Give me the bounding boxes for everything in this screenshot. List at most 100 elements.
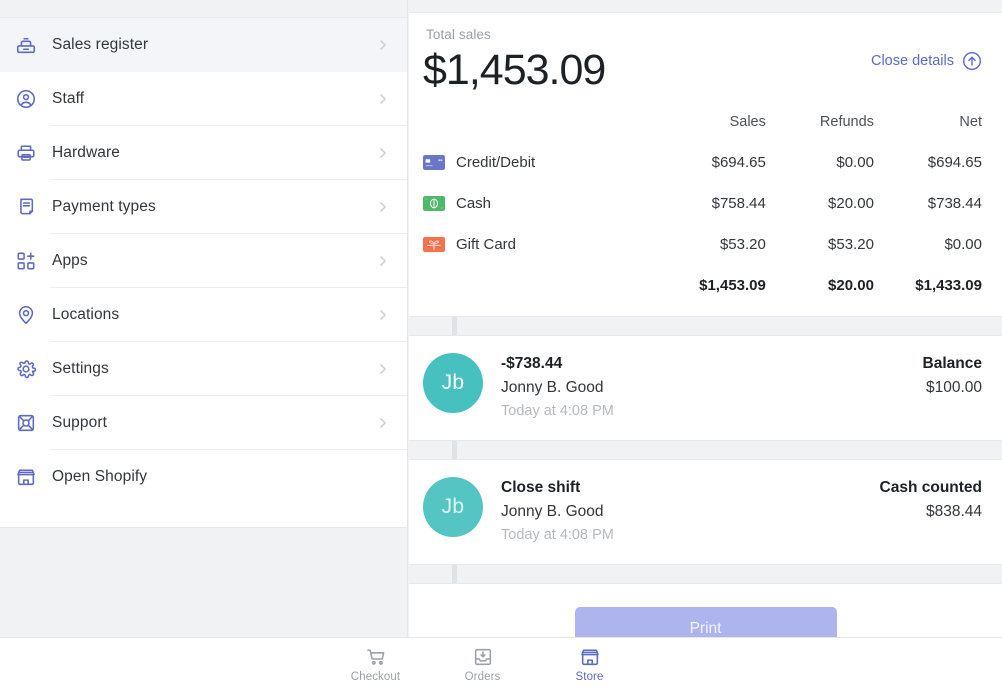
payment-name-cell: Gift Card xyxy=(423,224,658,265)
chevron-right-icon xyxy=(377,309,389,321)
timeline-gap xyxy=(409,564,1002,584)
payment-type-label: Cash xyxy=(456,195,491,212)
close-details-button[interactable]: Close details xyxy=(871,51,982,71)
apps-add-icon xyxy=(14,249,38,273)
sidebar-nav-list: Sales registerStaff Hardware Payment types… xyxy=(0,18,407,504)
cash-bill-icon xyxy=(423,196,445,211)
user-circle-icon xyxy=(14,87,38,111)
activity-primary: Close shiftJonny B. GoodToday at 4:08 PM xyxy=(501,477,614,547)
activity-primary: -$738.44Jonny B. GoodToday at 4:08 PM xyxy=(501,353,614,423)
support-icon xyxy=(14,411,38,435)
column-header-refunds: Refunds xyxy=(766,114,874,142)
payment-type-label: Credit/Debit xyxy=(456,154,535,171)
tab-checkout[interactable]: Checkout xyxy=(322,646,429,683)
sidebar-item-settings[interactable]: Settings xyxy=(0,342,407,396)
tab-label: Checkout xyxy=(351,671,400,683)
activity-staff-name: Jonny B. Good xyxy=(501,375,614,400)
tab-label: Orders xyxy=(465,671,501,683)
credit-card-icon xyxy=(423,155,445,170)
chevron-right-icon xyxy=(377,147,389,159)
sidebar-item-label: Settings xyxy=(52,360,377,378)
payment-refunds-value: $20.00 xyxy=(766,183,874,224)
sidebar-item-label: Open Shopify xyxy=(52,468,389,486)
payment-table-footer: $1,453.09 $20.00 $1,433.09 xyxy=(423,265,982,305)
chevron-right-icon xyxy=(377,363,389,375)
timeline-gap xyxy=(409,316,1002,336)
totals-sales: $1,453.09 xyxy=(658,265,766,305)
chevron-right-icon xyxy=(377,39,389,51)
sidebar-top-gap xyxy=(0,0,407,18)
payment-refunds-value: $0.00 xyxy=(766,142,874,183)
activity-staff-name: Jonny B. Good xyxy=(501,499,614,524)
sidebar-item-sales-register[interactable]: Sales register xyxy=(0,18,407,72)
activity-right-value: $100.00 xyxy=(923,375,982,400)
sidebar-item-label: Hardware xyxy=(52,144,377,162)
chevron-right-icon xyxy=(377,201,389,213)
printer-icon xyxy=(14,141,38,165)
summary-header: Total sales $1,453.09 Close details xyxy=(423,27,982,98)
activity-right-label: Balance xyxy=(923,353,982,375)
sidebar-item-apps[interactable]: Apps xyxy=(0,234,407,288)
sidebar-item-label: Apps xyxy=(52,252,377,270)
sales-register-panel: Total sales $1,453.09 Close details xyxy=(409,0,1002,637)
avatar: Jb xyxy=(423,353,483,413)
sidebar-item-label: Support xyxy=(52,414,377,432)
sidebar-item-support[interactable]: Support xyxy=(0,396,407,450)
payment-net-value: $0.00 xyxy=(874,224,982,265)
payment-sales-value: $758.44 xyxy=(658,183,766,224)
storefront-icon xyxy=(14,465,38,489)
sidebar-item-open-shopify[interactable]: Open Shopify xyxy=(0,450,407,504)
sidebar-item-staff[interactable]: Staff xyxy=(0,72,407,126)
timeline-connector xyxy=(452,441,457,459)
inbox-download-icon xyxy=(472,646,494,668)
gift-card-icon xyxy=(423,237,445,252)
payment-header-row: Sales Refunds Net xyxy=(423,114,982,142)
timeline-gap xyxy=(409,440,1002,460)
sidebar-item-label: Locations xyxy=(52,306,377,324)
tab-store[interactable]: Store xyxy=(536,646,643,683)
settings-sidebar: Sales registerStaff Hardware Payment types… xyxy=(0,0,408,637)
total-sales-label: Total sales xyxy=(423,27,982,42)
payment-name-cell: Credit/Debit xyxy=(423,142,658,183)
print-button[interactable]: Print xyxy=(575,607,837,637)
sidebar-item-hardware[interactable]: Hardware xyxy=(0,126,407,180)
panel-footer: Print xyxy=(409,584,1002,637)
arrow-up-circle-icon xyxy=(962,51,982,71)
payment-totals-row: $1,453.09 $20.00 $1,433.09 xyxy=(423,265,982,305)
storefront-icon xyxy=(579,646,601,668)
tab-orders[interactable]: Orders xyxy=(429,646,536,683)
sidebar-item-locations[interactable]: Locations xyxy=(0,288,407,342)
payment-table-body: Credit/Debit$694.65$0.00$694.65Cash$758.… xyxy=(423,142,982,265)
bottom-tab-bar: Checkout Orders Store xyxy=(0,637,1002,691)
activity-list: Jb -$738.44Jonny B. GoodToday at 4:08 PM B… xyxy=(409,316,1002,584)
chevron-right-icon xyxy=(377,93,389,105)
activity-title: Close shift xyxy=(501,477,614,499)
payment-row: Credit/Debit$694.65$0.00$694.65 xyxy=(423,142,982,183)
panel-top-gap xyxy=(409,0,1002,13)
activity-secondary: Cash counted$838.44 xyxy=(880,477,982,524)
activity-right-value: $838.44 xyxy=(880,499,982,524)
column-header-net: Net xyxy=(874,114,982,142)
column-header-sales: Sales xyxy=(658,114,766,142)
activity-timestamp: Today at 4:08 PM xyxy=(501,524,614,547)
avatar: Jb xyxy=(423,477,483,537)
sidebar-item-payment-types[interactable]: Payment types xyxy=(0,180,407,234)
map-pin-icon xyxy=(14,303,38,327)
activity-item[interactable]: Jb Close shiftJonny B. GoodToday at 4:08 … xyxy=(409,460,1002,564)
pos-app-window: Sales registerStaff Hardware Payment types… xyxy=(0,0,1002,691)
activity-item[interactable]: Jb -$738.44Jonny B. GoodToday at 4:08 PM B… xyxy=(409,336,1002,440)
sales-summary: Total sales $1,453.09 Close details xyxy=(409,13,1002,305)
payment-row: Gift Card$53.20$53.20$0.00 xyxy=(423,224,982,265)
payment-table-header: Sales Refunds Net xyxy=(423,114,982,142)
activity-right-label: Cash counted xyxy=(880,477,982,499)
payment-sales-value: $694.65 xyxy=(658,142,766,183)
tabbar-tabs: Checkout Orders Store xyxy=(322,646,643,683)
tab-label: Store xyxy=(576,671,604,683)
chevron-right-icon xyxy=(377,255,389,267)
totals-spacer xyxy=(423,265,658,305)
payment-net-value: $738.44 xyxy=(874,183,982,224)
timeline-connector xyxy=(452,565,457,583)
payment-type-label: Gift Card xyxy=(456,236,516,253)
totals-net: $1,433.09 xyxy=(874,265,982,305)
payment-refunds-value: $53.20 xyxy=(766,224,874,265)
